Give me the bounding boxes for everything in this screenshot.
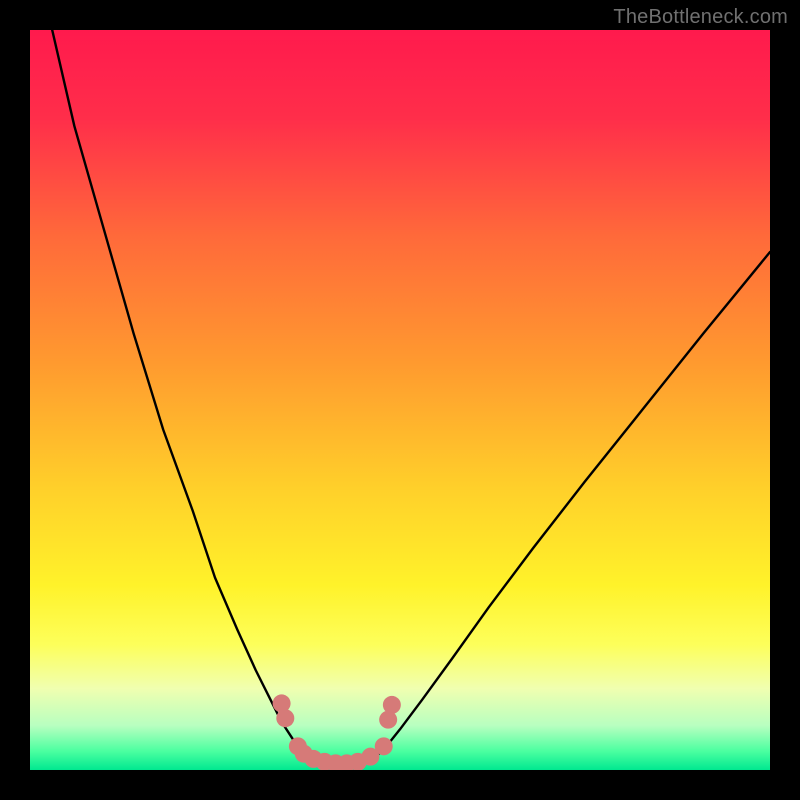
marker-dot <box>383 696 401 714</box>
curve-layer <box>30 30 770 770</box>
marker-dot <box>276 709 294 727</box>
v-curve <box>52 30 770 766</box>
outer-frame: TheBottleneck.com <box>0 0 800 800</box>
marker-dot <box>375 737 393 755</box>
plot-area <box>30 30 770 770</box>
watermark-text: TheBottleneck.com <box>613 6 788 29</box>
